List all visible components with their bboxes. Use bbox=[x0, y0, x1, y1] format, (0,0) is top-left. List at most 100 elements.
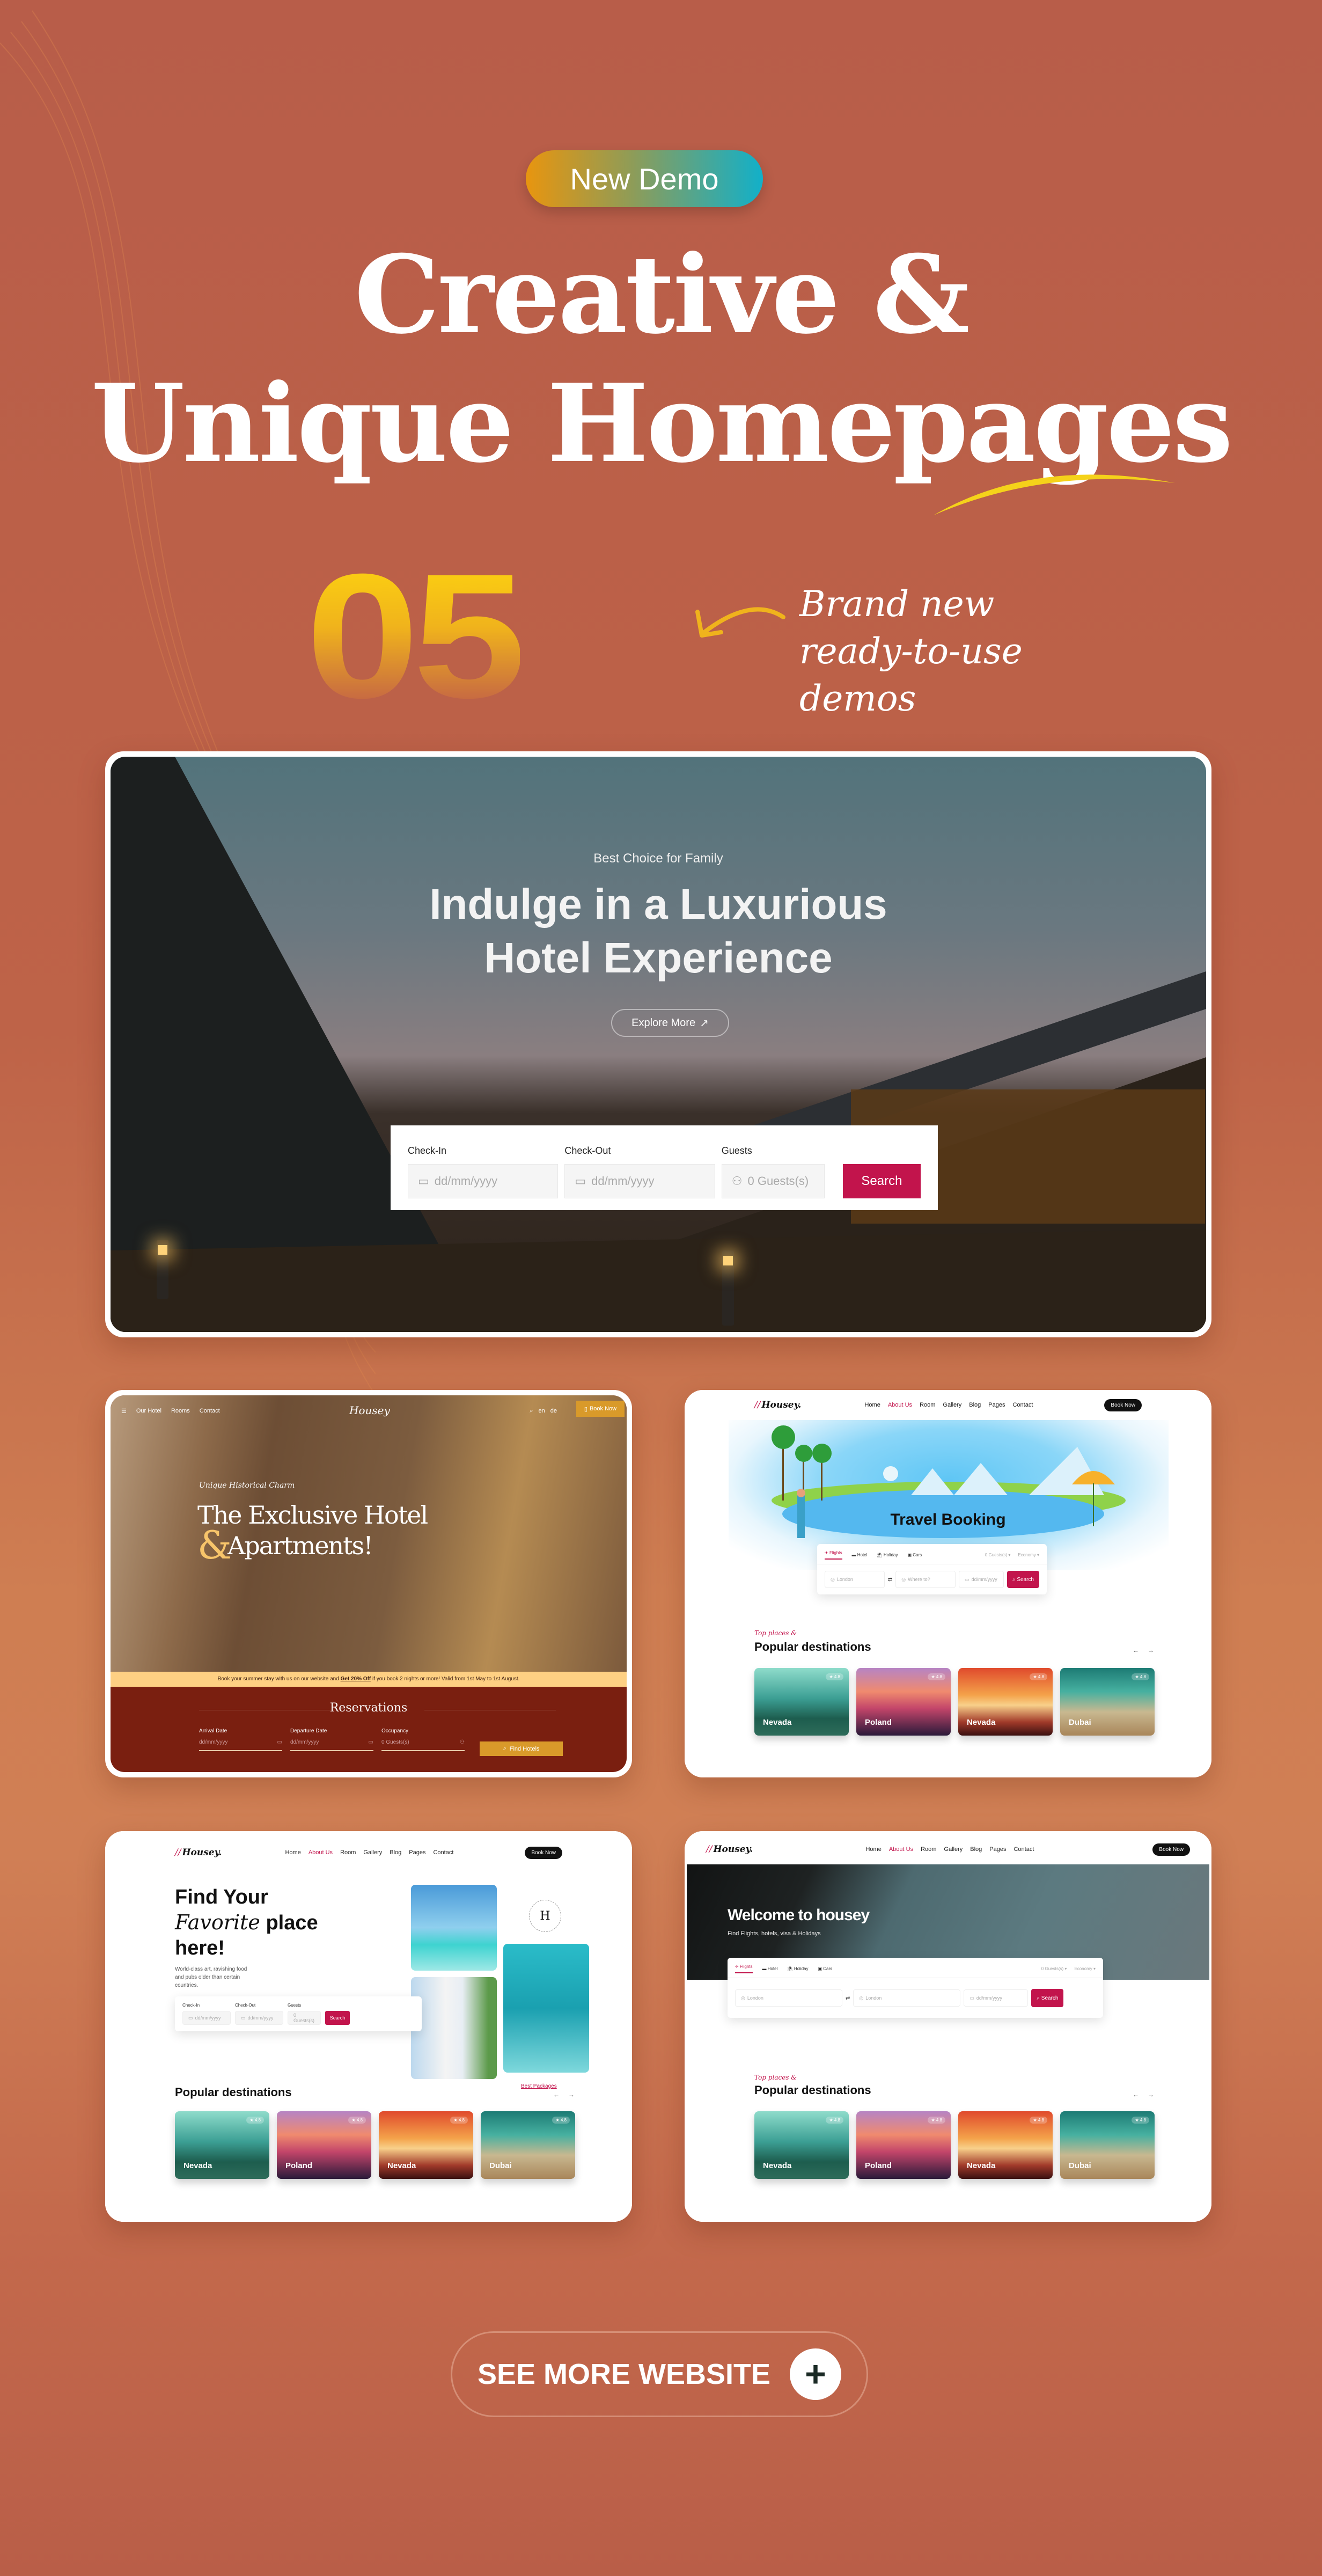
search-icon[interactable]: ⌕ bbox=[530, 1408, 533, 1415]
destination-card[interactable]: ★ 4.8 Poland bbox=[856, 2111, 951, 2179]
destination-card[interactable]: ★ 4.8 Poland bbox=[277, 2111, 371, 2179]
demo-preview-1[interactable]: Best Choice for Family Indulge in a Luxu… bbox=[105, 751, 1211, 1337]
demo-preview-2[interactable]: ☰ Our Hotel Rooms Contact ⌕ en de Housey… bbox=[105, 1390, 632, 1777]
find-hotels-button[interactable]: ⌕ Find Hotels bbox=[480, 1741, 563, 1756]
nav-link[interactable]: Blog bbox=[969, 1402, 981, 1408]
guests-dropdown[interactable]: 0 Guests(s) ▾ bbox=[1041, 1966, 1067, 1971]
tab-holiday[interactable]: ⛱ Holiday bbox=[787, 1966, 808, 1971]
lang-en[interactable]: en bbox=[539, 1408, 545, 1415]
nav-link[interactable]: Contact bbox=[1013, 1846, 1034, 1853]
arrow-right-icon[interactable]: → bbox=[1148, 2091, 1154, 2098]
destination-card[interactable]: ★ 4.8 Nevada bbox=[379, 2111, 473, 2179]
nav-link[interactable]: Blog bbox=[390, 1849, 401, 1856]
demo-preview-4[interactable]: //Housey. Home About Us Room Gallery Blo… bbox=[105, 1831, 632, 2222]
logo[interactable]: //Housey. bbox=[175, 1847, 222, 1858]
nav-link[interactable]: Gallery bbox=[363, 1849, 382, 1856]
to-input[interactable]: ◎ Where to? bbox=[895, 1571, 956, 1588]
tab-cars[interactable]: ▣ Cars bbox=[908, 1553, 922, 1557]
nav-link[interactable]: Pages bbox=[409, 1849, 425, 1856]
book-now-button[interactable]: Book Now bbox=[1104, 1399, 1142, 1411]
swap-icon[interactable]: ⇄ bbox=[888, 1577, 892, 1583]
destination-card[interactable]: ★ 4.8 Nevada bbox=[958, 1668, 1053, 1736]
arrow-left-icon[interactable]: ← bbox=[1133, 2091, 1139, 2098]
destination-card[interactable]: ★ 4.8 Nevada bbox=[754, 1668, 849, 1736]
checkin-input[interactable]: ▭ dd/mm/yyyy bbox=[182, 2011, 231, 2025]
checkin-input[interactable]: ▭ dd/mm/yyyy bbox=[408, 1164, 559, 1198]
tab-hotel[interactable]: ▬ Hotel bbox=[762, 1966, 778, 1971]
destination-card[interactable]: ★ 4.8 Nevada bbox=[958, 2111, 1053, 2179]
swap-icon[interactable]: ⇄ bbox=[846, 1995, 850, 2001]
nav-link[interactable]: Room bbox=[920, 1402, 935, 1408]
logo[interactable]: //Housey. bbox=[754, 1400, 801, 1410]
guests-input[interactable]: ⚇ 0 Guests(s) bbox=[721, 1164, 825, 1198]
destination-card[interactable]: ★ 4.8 Poland bbox=[856, 1668, 951, 1736]
nav-link[interactable]: Home bbox=[864, 1402, 880, 1408]
search-button[interactable]: Search bbox=[325, 2011, 350, 2025]
search-button[interactable]: Search bbox=[842, 1164, 921, 1198]
date-input[interactable]: ▭ dd/mm/yyyy bbox=[959, 1571, 1004, 1588]
tab-flights[interactable]: ✈ Flights bbox=[825, 1550, 842, 1560]
cabin-dropdown[interactable]: Economy ▾ bbox=[1074, 1966, 1096, 1971]
tab-flights[interactable]: ✈ Flights bbox=[735, 1964, 753, 1973]
nav-link[interactable]: Home bbox=[285, 1849, 300, 1856]
checkout-input[interactable]: ▭ dd/mm/yyyy bbox=[564, 1164, 715, 1198]
arrival-input[interactable]: dd/mm/yyyy ▭ bbox=[199, 1739, 282, 1751]
nav-link-active[interactable]: About Us bbox=[888, 1402, 912, 1408]
tab-cars[interactable]: ▣ Cars bbox=[818, 1966, 833, 1971]
tab-holiday[interactable]: ⛱ Holiday bbox=[877, 1553, 898, 1557]
date-input[interactable]: ▭ dd/mm/yyyy bbox=[964, 1989, 1029, 2007]
search-button[interactable]: ⌕ Search bbox=[1031, 1989, 1064, 2007]
destination-card[interactable]: ★ 4.8 Nevada bbox=[754, 2111, 849, 2179]
nav-link[interactable]: Contact bbox=[1012, 1402, 1033, 1408]
best-packages-link[interactable]: Best Packages bbox=[521, 2083, 557, 2089]
demo-preview-5[interactable]: //Housey. Home About Us Room Gallery Blo… bbox=[685, 1831, 1211, 2222]
nav-link[interactable]: Room bbox=[921, 1846, 936, 1853]
destination-card[interactable]: ★ 4.8 Dubai bbox=[481, 2111, 575, 2179]
nav-item[interactable]: Rooms bbox=[171, 1408, 190, 1414]
nav-link[interactable]: Gallery bbox=[943, 1402, 961, 1408]
logo[interactable]: Housey bbox=[349, 1404, 390, 1417]
nav-link[interactable]: Home bbox=[865, 1846, 881, 1853]
search-button[interactable]: ⌕ Search bbox=[1007, 1571, 1039, 1588]
arrow-left-icon[interactable]: ← bbox=[553, 2091, 560, 2098]
cabin-dropdown[interactable]: Economy ▾ bbox=[1018, 1553, 1039, 1557]
logo[interactable]: //Housey. bbox=[706, 1844, 753, 1855]
see-more-website-button[interactable]: SEE MORE WEBSITE + bbox=[451, 2331, 868, 2417]
menu-icon[interactable]: ☰ bbox=[121, 1408, 127, 1415]
from-input[interactable]: ◎ London bbox=[735, 1989, 842, 2007]
checkout-input[interactable]: ▭ dd/mm/yyyy bbox=[235, 2011, 283, 2025]
lang-de[interactable]: de bbox=[550, 1408, 557, 1415]
departure-input[interactable]: dd/mm/yyyy ▭ bbox=[290, 1739, 373, 1751]
nav-link[interactable]: Pages bbox=[989, 1846, 1006, 1853]
from-input[interactable]: ◎ London bbox=[825, 1571, 885, 1588]
nav-link-active[interactable]: About Us bbox=[889, 1846, 913, 1853]
destination-card[interactable]: ★ 4.8 Dubai bbox=[1060, 2111, 1155, 2179]
book-now-button[interactable]: Book Now bbox=[525, 1846, 562, 1859]
promo-link[interactable]: Get 20% Off bbox=[341, 1676, 371, 1682]
guests-dropdown[interactable]: 0 Guests(s) ▾ bbox=[985, 1553, 1011, 1557]
to-input[interactable]: ◎ London bbox=[853, 1989, 961, 2007]
nav-link-active[interactable]: About Us bbox=[309, 1849, 333, 1856]
nav-link[interactable]: Gallery bbox=[944, 1846, 963, 1853]
hero-title-line: Indulge in a Luxurious bbox=[429, 880, 887, 928]
tab-hotel[interactable]: ▬ Hotel bbox=[852, 1553, 868, 1557]
nav-item[interactable]: Contact bbox=[200, 1408, 220, 1414]
explore-more-button[interactable]: Explore More ↗ bbox=[611, 1009, 729, 1037]
destination-card[interactable]: ★ 4.8 Nevada bbox=[175, 2111, 269, 2179]
nav-item[interactable]: Our Hotel bbox=[136, 1408, 161, 1414]
book-now-button[interactable]: ▯ Book Now bbox=[576, 1401, 625, 1417]
nav-link[interactable]: Blog bbox=[970, 1846, 982, 1853]
arrow-right-icon[interactable]: → bbox=[1148, 1646, 1154, 1654]
hero-title-script: Favorite bbox=[175, 1911, 260, 1934]
nav-link[interactable]: Pages bbox=[988, 1402, 1005, 1408]
destination-card[interactable]: ★ 4.8 Dubai bbox=[1060, 1668, 1155, 1736]
nav-link[interactable]: Contact bbox=[433, 1849, 453, 1856]
arrow-right-icon[interactable]: → bbox=[568, 2091, 575, 2098]
guests-input[interactable]: 0 Guests(s) bbox=[288, 2011, 321, 2025]
demo-preview-3[interactable]: //Housey. Home About Us Room Gallery Blo… bbox=[685, 1390, 1211, 1777]
nav-link[interactable]: Room bbox=[340, 1849, 356, 1856]
field-label: Departure Date bbox=[290, 1728, 327, 1734]
arrow-left-icon[interactable]: ← bbox=[1133, 1646, 1139, 1654]
occupancy-input[interactable]: 0 Guests(s) ⚇ bbox=[381, 1739, 465, 1751]
book-now-button[interactable]: Book Now bbox=[1152, 1843, 1190, 1856]
